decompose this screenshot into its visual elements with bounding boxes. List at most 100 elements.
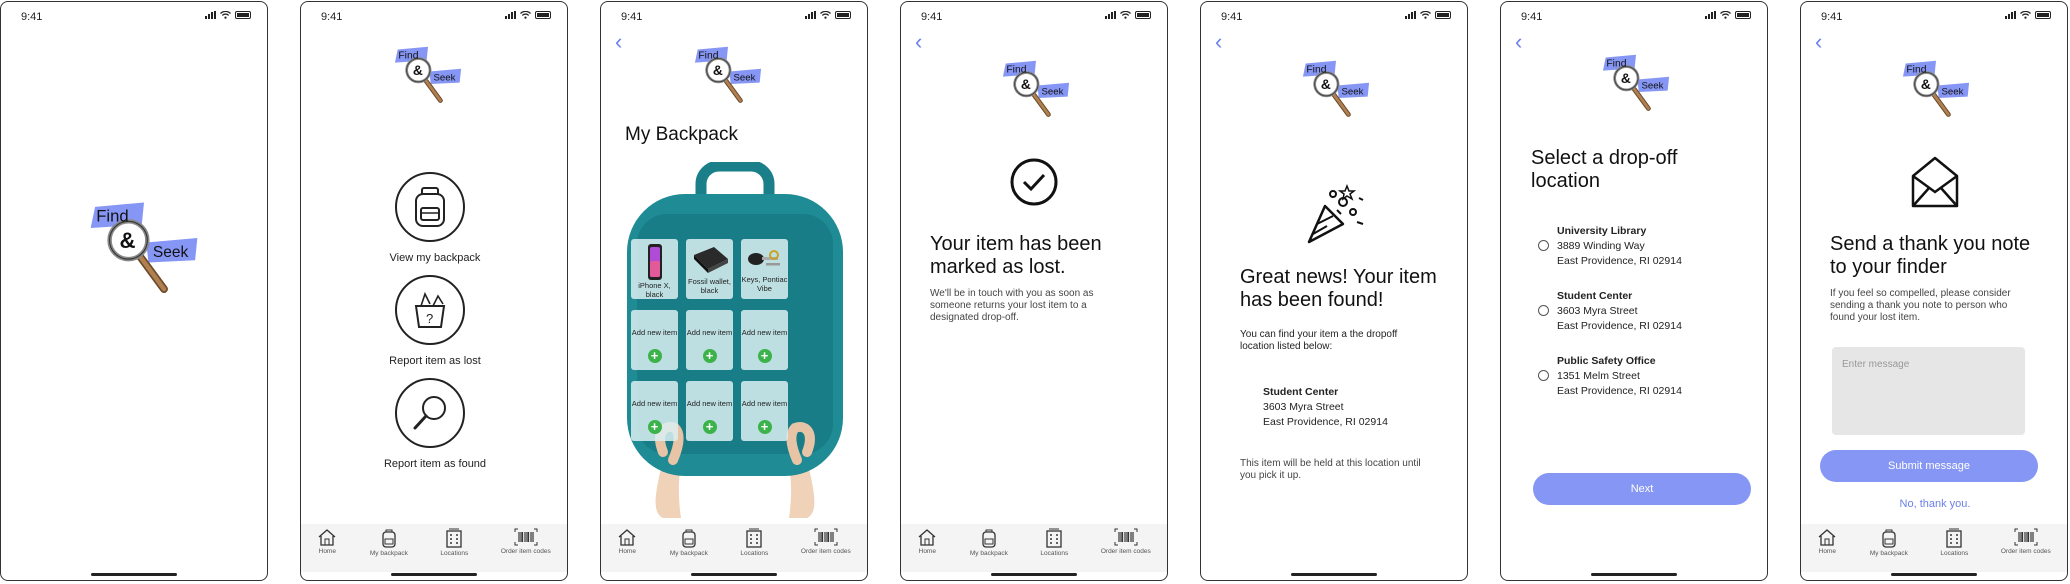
signal-icon — [1705, 11, 1716, 19]
location-name: Student Center — [1557, 290, 1633, 302]
report-lost-button[interactable]: ? — [395, 275, 465, 345]
screen-dropoff: 9:41 ‹ Find & Seek Select a drop-off loc… — [1500, 1, 1768, 581]
tab-backpack[interactable]: My backpack — [1870, 528, 1908, 557]
tab-home[interactable]: Home — [917, 528, 937, 555]
tab-backpack[interactable]: My backpack — [970, 528, 1008, 557]
backpack-item-grid: iPhone X, black Fossil wallet, black Keys,… — [631, 239, 788, 441]
tab-order-codes[interactable]: Order item codes — [501, 528, 551, 555]
home-icon — [918, 529, 936, 546]
svg-text:&: & — [1921, 77, 1931, 92]
location-radio[interactable] — [1538, 305, 1549, 316]
wifi-icon — [820, 11, 831, 19]
tab-locations[interactable]: Locations — [1040, 528, 1068, 557]
tab-bar: Home My backpack Locations Order item co… — [901, 524, 1167, 572]
view-backpack-button[interactable] — [395, 172, 465, 242]
location-radio[interactable] — [1538, 370, 1549, 381]
report-found-button[interactable] — [395, 378, 465, 448]
tab-locations[interactable]: Locations — [1940, 528, 1968, 557]
item-label: Fossil wallet, black — [688, 277, 731, 295]
barcode-icon — [814, 528, 838, 546]
view-backpack-label: View my backpack — [389, 252, 481, 264]
backpack-item[interactable]: iPhone X, black — [631, 239, 678, 299]
back-button[interactable]: ‹ — [1515, 31, 1522, 53]
backpack-item[interactable]: Fossil wallet, black — [686, 239, 733, 299]
app-logo: Find & Seek — [385, 44, 471, 106]
building-icon — [1946, 528, 1962, 548]
svg-text:Find: Find — [398, 50, 418, 61]
add-item-slot[interactable]: Add new item + — [741, 310, 788, 370]
tab-locations[interactable]: Locations — [440, 528, 468, 557]
message-field[interactable]: Enter message — [1832, 347, 2025, 435]
decline-link[interactable]: No, thank you. — [1801, 498, 2067, 510]
backpack-item[interactable]: Keys, Pontiac Vibe — [741, 239, 788, 299]
report-lost-label: Report item as lost — [389, 355, 481, 367]
wifi-icon — [2020, 11, 2031, 19]
plus-icon: + — [702, 420, 717, 434]
location-radio[interactable] — [1538, 240, 1549, 251]
home-icon — [618, 529, 636, 546]
svg-text:&: & — [413, 63, 423, 78]
svg-text:&: & — [1621, 71, 1631, 86]
next-button[interactable]: Next — [1533, 473, 1751, 505]
tab-home[interactable]: Home — [1817, 528, 1837, 555]
back-button[interactable]: ‹ — [915, 31, 922, 53]
location-city: East Providence, RI 02914 — [1263, 416, 1388, 428]
tab-home[interactable]: Home — [617, 528, 637, 555]
dropoff-location[interactable]: Public Safety Office 1351 Melm Street East… — [1557, 354, 1682, 399]
building-icon — [746, 528, 762, 548]
location-name: Public Safety Office — [1557, 355, 1656, 367]
plus-icon: + — [647, 349, 662, 363]
svg-text:Find: Find — [1006, 64, 1026, 75]
app-logo: Find & Seek — [75, 198, 213, 298]
tab-home[interactable]: Home — [317, 528, 337, 555]
battery-icon — [835, 11, 851, 19]
add-item-slot[interactable]: Add new item + — [741, 381, 788, 441]
screen-home: 9:41 Find & Seek View my backpack ? Repo… — [300, 1, 568, 581]
plus-icon: + — [647, 420, 662, 434]
backpack-icon — [1882, 529, 1896, 548]
svg-text:Find: Find — [698, 50, 718, 61]
back-button[interactable]: ‹ — [1215, 31, 1222, 53]
add-item-slot[interactable]: Add new item + — [686, 310, 733, 370]
tab-backpack[interactable]: My backpack — [670, 528, 708, 557]
svg-text:Seek: Seek — [434, 73, 456, 84]
status-icons — [505, 11, 551, 19]
add-item-slot[interactable]: Add new item + — [631, 310, 678, 370]
status-time: 9:41 — [1221, 11, 1243, 23]
add-item-slot[interactable]: Add new item + — [631, 381, 678, 441]
svg-text:Seek: Seek — [734, 73, 756, 84]
wallet-icon — [693, 247, 728, 273]
battery-icon — [1135, 11, 1151, 19]
item-label: Keys, Pontiac Vibe — [741, 275, 788, 293]
magnifier-icon — [413, 396, 446, 430]
dropoff-location[interactable]: University Library 3889 Winding Way East P… — [1557, 224, 1682, 269]
tab-bar: Home My backpack Locations Order item co… — [1801, 524, 2067, 572]
submit-message-button[interactable]: Submit message — [1820, 450, 2038, 482]
backpack-icon — [682, 529, 696, 548]
dropoff-location[interactable]: Student Center 3603 Myra Street East Provi… — [1557, 289, 1682, 334]
back-button[interactable]: ‹ — [615, 31, 622, 53]
signal-icon — [805, 11, 816, 19]
screen-backpack: 9:41 ‹ Find & Seek My Backpack iPhone X,… — [600, 1, 868, 581]
battery-icon — [235, 11, 251, 19]
svg-text:Find: Find — [96, 206, 128, 225]
tab-locations[interactable]: Locations — [740, 528, 768, 557]
backpack-icon — [415, 187, 445, 227]
item-label: Add new item — [686, 399, 733, 408]
status-time: 9:41 — [621, 11, 643, 23]
tab-order-codes[interactable]: Order item codes — [1101, 528, 1151, 555]
barcode-icon — [1114, 528, 1138, 546]
app-logo: Find & Seek — [1593, 52, 1679, 114]
report-found-label: Report item as found — [383, 458, 487, 470]
tab-order-codes[interactable]: Order item codes — [801, 528, 851, 555]
svg-text:Find: Find — [1306, 64, 1326, 75]
battery-icon — [1435, 11, 1451, 19]
back-button[interactable]: ‹ — [1815, 31, 1822, 53]
item-label: Add new item — [741, 399, 788, 408]
app-logo: Find & Seek — [993, 58, 1079, 120]
status-time: 9:41 — [921, 11, 943, 23]
add-item-slot[interactable]: Add new item + — [686, 381, 733, 441]
found-note: This item will be held at this location … — [1240, 458, 1421, 481]
tab-order-codes[interactable]: Order item codes — [2001, 528, 2051, 555]
tab-backpack[interactable]: My backpack — [370, 528, 408, 557]
